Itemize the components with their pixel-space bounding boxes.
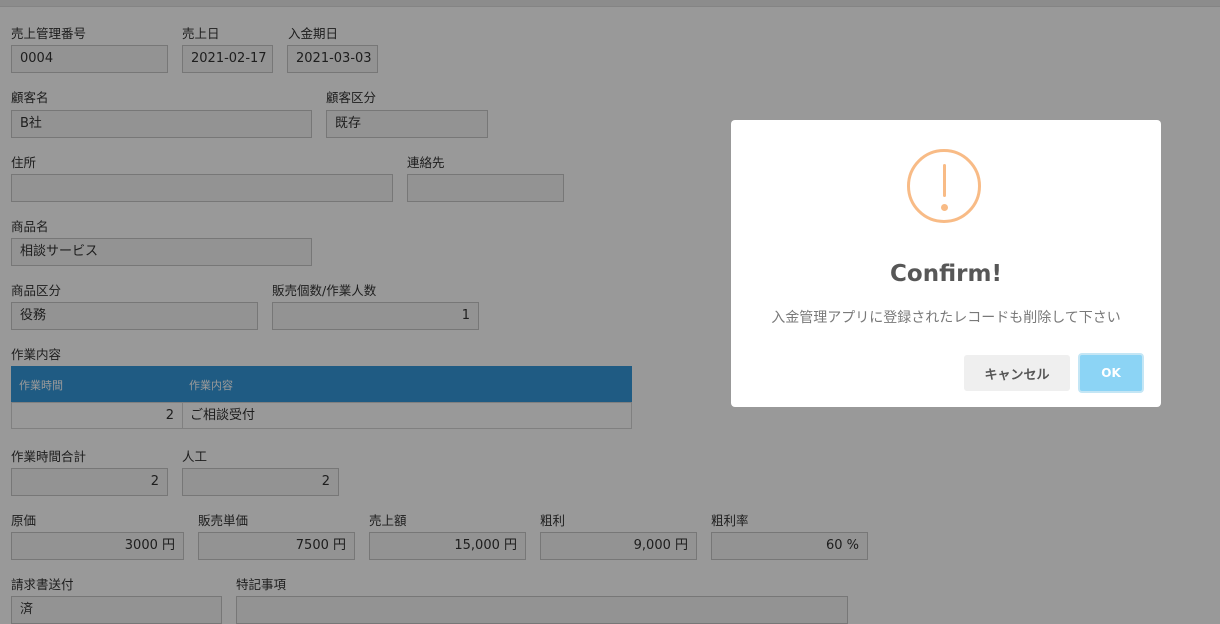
warning-icon xyxy=(907,149,981,223)
cancel-button[interactable]: キャンセル xyxy=(964,355,1070,391)
ok-button[interactable]: OK xyxy=(1078,353,1144,393)
dialog-title: Confirm! xyxy=(890,261,1002,287)
dialog-message: 入金管理アプリに登録されたレコードも削除して下さい xyxy=(771,310,1121,326)
confirm-dialog: Confirm! 入金管理アプリに登録されたレコードも削除して下さい キャンセル… xyxy=(731,120,1161,407)
